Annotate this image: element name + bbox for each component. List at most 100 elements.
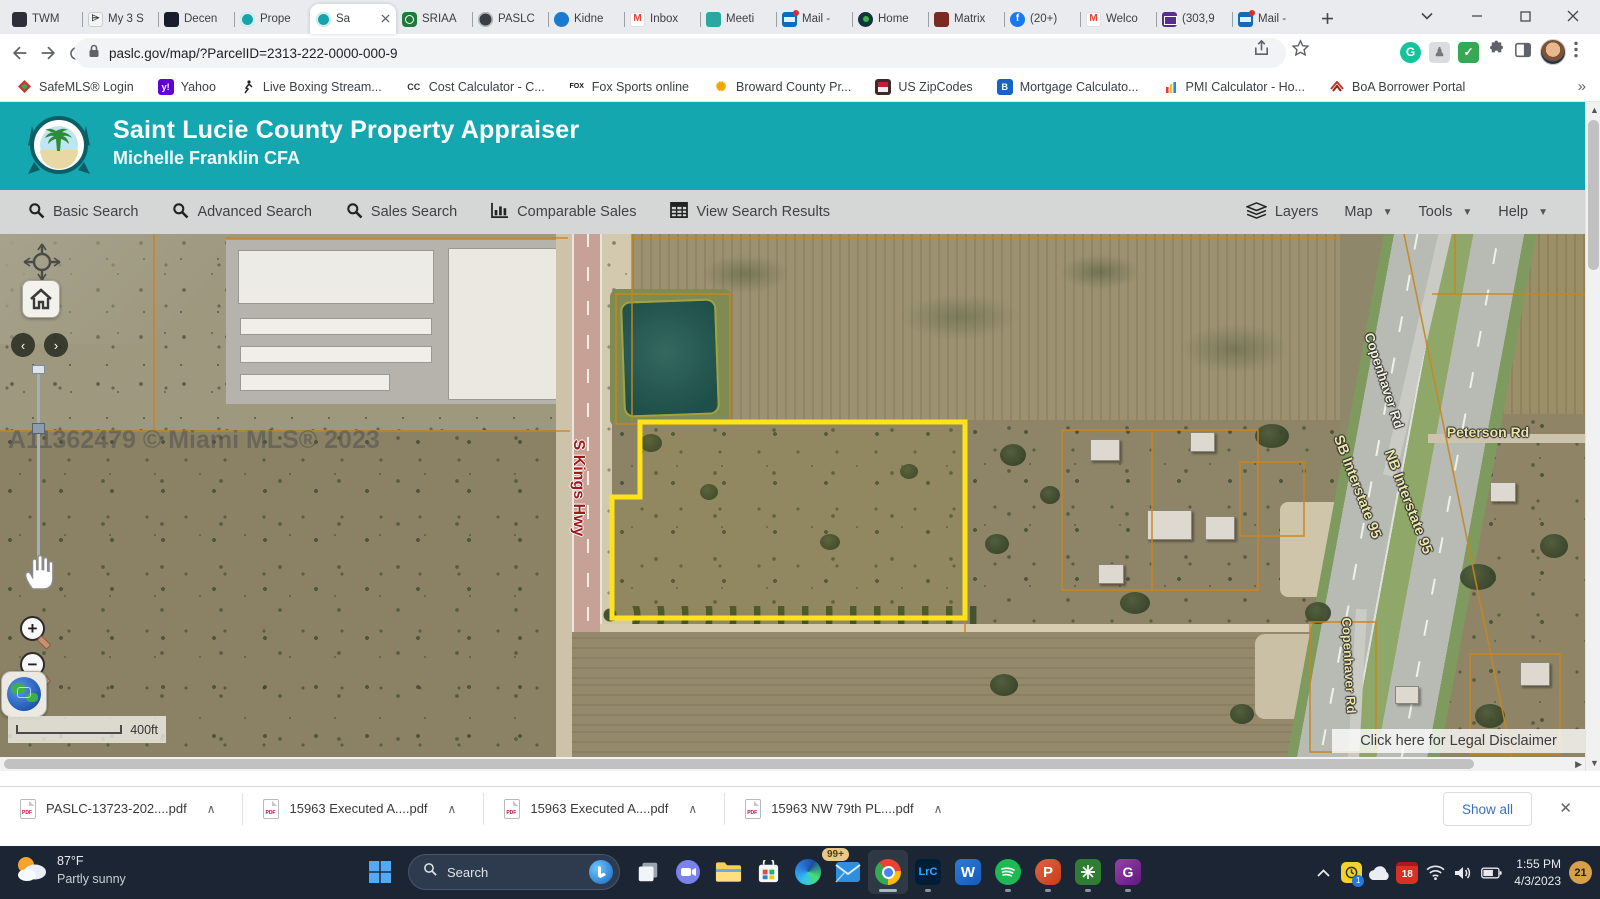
chrome-browser-button-active[interactable] [868,850,908,894]
download-item[interactable]: 15963 Executed A....pdf∧ [243,787,470,831]
bookmarks-overflow-chevron[interactable]: » [1578,78,1586,95]
downloads-close-icon[interactable]: ✕ [1559,799,1572,817]
window-close-button[interactable] [1550,0,1596,32]
tray-app-icon[interactable]: 1 [1338,851,1364,895]
zoom-slider[interactable] [32,365,45,573]
microsoft-store-button[interactable] [748,850,788,894]
gray-extension-icon[interactable]: ♟ [1429,42,1450,63]
tray-chevron-up-icon[interactable] [1310,851,1336,895]
battery-icon[interactable] [1478,851,1504,895]
grammarly-extension-icon[interactable]: G [1400,42,1421,63]
weather-widget[interactable]: 87°F Partly sunny [14,852,126,888]
nav-basic-search[interactable]: Basic Search [28,202,138,223]
nav-advanced-search[interactable]: Advanced Search [172,202,311,223]
nav-comparable-sales[interactable]: Comparable Sales [491,202,636,222]
tab-home[interactable]: Home [852,4,928,34]
tab-facebook[interactable]: f(20+) [1004,4,1080,34]
tab-prope[interactable]: Prope [234,4,310,34]
puzzle-extensions-icon[interactable] [1487,40,1506,64]
tab-mail-outlook-2[interactable]: Mail - [1232,4,1308,34]
zoom-slider-top-cap[interactable] [32,365,45,374]
window-minimize-button[interactable] [1454,0,1500,32]
tab-close-icon[interactable] [381,10,390,28]
bookmark-star-icon[interactable] [1291,39,1310,63]
download-chevron-icon[interactable]: ∧ [934,802,943,816]
download-item[interactable]: 15963 Executed A....pdf∧ [484,787,711,831]
horizontal-scrollbar[interactable]: ▶ [0,757,1585,771]
menu-dots-icon[interactable] [1574,41,1578,63]
tab-kidney[interactable]: Kidne [548,4,624,34]
previous-extent-button[interactable]: ‹ [11,333,35,357]
task-view-button[interactable] [628,850,668,894]
nav-view-search-results[interactable]: View Search Results [670,202,830,222]
tab-paslc[interactable]: PASLC [472,4,548,34]
map-canvas[interactable]: S Kings Hwy Copenhaver Rd Peterson Rd NB… [0,234,1585,757]
bookmark-zipcodes[interactable]: US ZipCodes [875,79,972,95]
download-item[interactable]: 15963 NW 79th PL....pdf∧ [725,787,956,831]
check-extension-icon[interactable]: ✓ [1458,42,1479,63]
file-explorer-button[interactable] [708,850,748,894]
start-button[interactable] [360,850,400,894]
scroll-down-arrow-icon[interactable]: ▼ [1590,758,1599,768]
volume-icon[interactable] [1450,851,1476,895]
bookmark-cost-calculator[interactable]: CCCost Calculator - C... [406,79,545,95]
calendar-reminder-icon[interactable]: 18 [1394,851,1420,895]
profile-avatar[interactable] [1540,39,1566,65]
home-extent-button[interactable] [22,280,60,318]
nav-map-dropdown[interactable]: Map▼ [1344,204,1392,220]
tab-meeting[interactable]: Meeti [700,4,776,34]
vertical-scrollbar[interactable]: ▲ ▼ [1585,102,1600,771]
tab-my3[interactable]: ⌲My 3 S [82,4,158,34]
taskbar-search-box[interactable]: Search [408,854,620,890]
nav-layers[interactable]: Layers [1246,202,1319,223]
window-maximize-button[interactable] [1502,0,1548,32]
forward-icon[interactable] [34,39,62,67]
tab-mail-outlook[interactable]: Mail - [776,4,852,34]
bookmark-fox-sports[interactable]: FOXFox Sports online [569,79,689,95]
tab-search-chevron-icon[interactable] [1404,0,1450,32]
notification-count-badge[interactable]: 21 [1569,861,1592,884]
download-item[interactable]: PASLC-13723-202....pdf∧ [0,787,229,831]
basemap-globe-button[interactable] [1,671,47,717]
bookmark-broward[interactable]: ✺Broward County Pr... [713,79,851,95]
legal-disclaimer-link[interactable]: Click here for Legal Disclaimer [1332,729,1585,753]
nav-tools-dropdown[interactable]: Tools▼ [1419,204,1473,220]
powerpoint-app-button[interactable]: P [1028,850,1068,894]
zoom-slider-handle[interactable] [32,423,45,434]
zoom-in-button[interactable]: + [20,616,45,641]
taskbar-clock[interactable]: 1:55 PM 4/3/2023 [1514,856,1561,888]
tab-decen[interactable]: Decen [158,4,234,34]
scroll-up-arrow-icon[interactable]: ▲ [1590,105,1599,115]
tab-sriaa[interactable]: SRIAA [396,4,472,34]
tab-welcome[interactable]: MWelco [1080,4,1156,34]
tab-active-saint-lucie[interactable]: Sa [310,4,396,34]
tab-matrix[interactable]: Matrix [928,4,1004,34]
scroll-right-arrow-icon[interactable]: ▶ [1575,759,1582,770]
back-icon[interactable] [6,39,34,67]
tab-purple-mail[interactable]: (303,9 [1156,4,1232,34]
spotify-app-button[interactable] [988,850,1028,894]
tab-twm[interactable]: TWM [6,4,82,34]
vertical-scrollbar-thumb[interactable] [1588,120,1599,270]
wifi-icon[interactable] [1422,851,1448,895]
bookmark-yahoo[interactable]: y!Yahoo [158,79,216,95]
bookmark-live-boxing[interactable]: Live Boxing Stream... [240,79,382,95]
greenshot-app-button[interactable] [1068,850,1108,894]
next-extent-button[interactable]: › [44,333,68,357]
bookmark-safemls[interactable]: SafeMLS® Login [16,79,134,95]
zoom-slider-track[interactable] [37,374,40,566]
show-all-downloads-button[interactable]: Show all [1443,792,1532,826]
onedrive-cloud-icon[interactable] [1366,851,1392,895]
share-icon[interactable] [1252,39,1271,63]
mail-app-button[interactable]: 99+ [828,850,868,894]
nav-help-dropdown[interactable]: Help▼ [1498,204,1548,220]
download-chevron-icon[interactable]: ∧ [207,802,216,816]
lightroom-app-button[interactable]: LrC [908,850,948,894]
new-tab-button[interactable] [1314,5,1340,31]
pdf-app-button[interactable]: G [1108,850,1148,894]
download-chevron-icon[interactable]: ∧ [448,802,457,816]
bookmark-boa[interactable]: BoA Borrower Portal [1329,79,1465,95]
word-app-button[interactable]: W [948,850,988,894]
teams-chat-button[interactable] [668,850,708,894]
nav-sales-search[interactable]: Sales Search [346,202,457,223]
